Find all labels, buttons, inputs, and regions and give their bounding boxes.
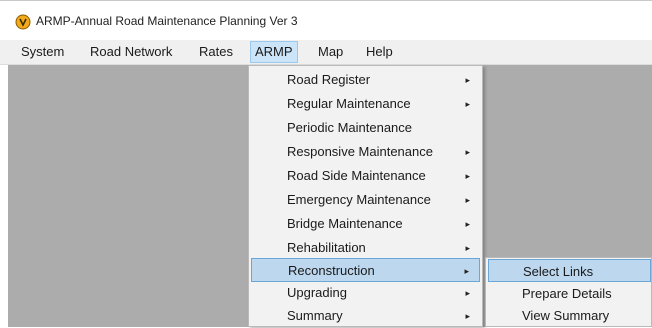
submenu-item-label: Select Links <box>523 264 594 279</box>
armp-dropdown-menu: Road Register ▸ Regular Maintenance ▸ Pe… <box>248 65 483 327</box>
submenu-arrow-icon: ▸ <box>465 219 470 229</box>
submenu-item-label: View Summary <box>522 308 610 323</box>
menu-rates[interactable]: Rates <box>195 43 237 61</box>
submenu-arrow-icon: ▸ <box>465 195 470 205</box>
menu-item-emergency-maintenance[interactable]: Emergency Maintenance ▸ <box>251 188 480 212</box>
menu-item-label: Rehabilitation <box>287 240 366 255</box>
menu-item-summary[interactable]: Summary ▸ <box>251 304 480 328</box>
menu-item-road-register[interactable]: Road Register ▸ <box>251 68 480 92</box>
menu-item-periodic-maintenance[interactable]: Periodic Maintenance <box>251 116 480 140</box>
menu-item-regular-maintenance[interactable]: Regular Maintenance ▸ <box>251 92 480 116</box>
submenu-arrow-icon: ▸ <box>465 243 470 253</box>
submenu-arrow-icon: ▸ <box>465 99 470 109</box>
menu-system[interactable]: System <box>17 43 68 61</box>
menu-item-label: Regular Maintenance <box>287 96 411 111</box>
menu-item-label: Reconstruction <box>288 263 375 278</box>
menu-item-upgrading[interactable]: Upgrading ▸ <box>251 281 480 305</box>
workspace-left-edge <box>0 65 8 327</box>
menu-item-bridge-maintenance[interactable]: Bridge Maintenance ▸ <box>251 212 480 236</box>
menu-map[interactable]: Map <box>314 43 347 61</box>
menu-help[interactable]: Help <box>362 43 397 61</box>
menu-item-responsive-maintenance[interactable]: Responsive Maintenance ▸ <box>251 140 480 164</box>
submenu-arrow-icon: ▸ <box>465 288 470 298</box>
menu-item-label: Periodic Maintenance <box>287 120 413 135</box>
menu-item-label: Road Side Maintenance <box>287 168 426 183</box>
menu-road-network[interactable]: Road Network <box>86 43 176 61</box>
menu-item-rehabilitation[interactable]: Rehabilitation ▸ <box>251 236 480 260</box>
menu-item-label: Bridge Maintenance <box>287 216 403 231</box>
submenu-arrow-icon: ▸ <box>465 171 470 181</box>
window-title: ARMP-Annual Road Maintenance Planning Ve… <box>36 14 298 28</box>
submenu-item-view-summary[interactable]: View Summary <box>488 304 651 327</box>
menu-item-label: Responsive Maintenance <box>287 144 433 159</box>
menu-item-road-side-maintenance[interactable]: Road Side Maintenance ▸ <box>251 164 480 188</box>
menu-item-label: Upgrading <box>287 285 347 300</box>
menu-item-label: Summary <box>287 308 343 323</box>
reconstruction-submenu: Select Links Prepare Details View Summar… <box>485 257 652 327</box>
menu-item-reconstruction[interactable]: Reconstruction ▸ <box>251 258 480 282</box>
submenu-arrow-icon: ▸ <box>465 311 470 321</box>
title-bar: ARMP-Annual Road Maintenance Planning Ve… <box>0 0 652 41</box>
menu-armp[interactable]: ARMP <box>250 41 298 63</box>
menu-bar: System Road Network Rates ARMP Map Help <box>0 40 652 65</box>
submenu-item-label: Prepare Details <box>522 286 612 301</box>
submenu-item-prepare-details[interactable]: Prepare Details <box>488 282 651 305</box>
submenu-item-select-links[interactable]: Select Links <box>488 259 651 282</box>
submenu-arrow-icon: ▸ <box>465 75 470 85</box>
submenu-arrow-icon: ▸ <box>465 147 470 157</box>
menu-item-label: Emergency Maintenance <box>287 192 431 207</box>
submenu-arrow-icon: ▸ <box>464 266 469 276</box>
app-logo-icon <box>15 14 31 30</box>
menu-item-label: Road Register <box>287 72 371 87</box>
